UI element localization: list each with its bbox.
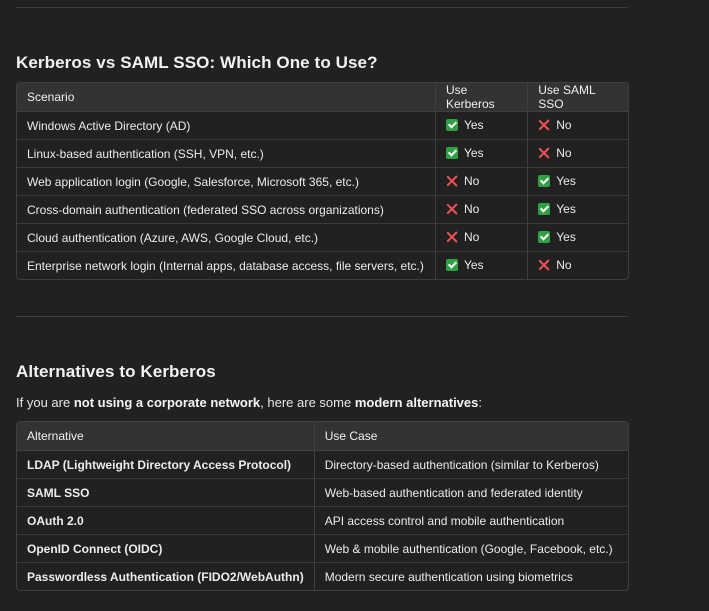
- kerberos-value: No: [446, 202, 479, 216]
- saml-value: No: [538, 258, 571, 272]
- kerberos-label: Yes: [463, 145, 484, 160]
- scenario-cell: Enterprise network login (Internal apps,…: [27, 258, 424, 273]
- section-heading-kerberos-vs-saml: Kerberos vs SAML SSO: Which One to Use?: [16, 53, 378, 72]
- kerberos-cell: No: [434, 168, 528, 196]
- check-icon: [538, 174, 551, 187]
- intro-text-3: :: [478, 395, 482, 410]
- intro-paragraph: If you are not using a corporate network…: [16, 395, 482, 410]
- kerberos-label: No: [463, 173, 480, 188]
- table-row: Cloud authentication (Azure, AWS, Google…: [17, 224, 628, 252]
- saml-value: Yes: [538, 230, 576, 244]
- divider-top: [16, 7, 628, 8]
- saml-label: Yes: [556, 201, 576, 216]
- table-row: OAuth 2.0 API access control and mobile a…: [17, 507, 628, 535]
- section-heading-alternatives: Alternatives to Kerberos: [16, 362, 216, 381]
- column-header-use-case: Use Case: [313, 422, 628, 451]
- column-header-scenario: Scenario: [17, 83, 435, 112]
- kerberos-cell: No: [434, 196, 528, 224]
- scenario-cell: Web application login (Google, Salesforc…: [17, 168, 435, 196]
- table-row: OpenID Connect (OIDC) Web & mobile authen…: [17, 535, 628, 563]
- saml-label: Yes: [556, 229, 576, 244]
- saml-cell: Yes: [527, 196, 628, 224]
- comparison-table: Scenario Use Kerberos Use SAML SSO Windo…: [16, 82, 629, 280]
- saml-cell: No: [527, 252, 628, 279]
- table-row: SAML SSO Web-based authentication and fed…: [17, 479, 628, 507]
- check-icon: [445, 146, 458, 159]
- saml-cell: Yes: [527, 224, 628, 252]
- alternatives-table: Alternative Use Case LDAP (Lightweight D…: [16, 421, 629, 591]
- use-case-cell: Web-based authentication and federated i…: [313, 479, 628, 507]
- scenario-cell: Windows Active Directory (AD): [17, 112, 435, 140]
- saml-cell: No: [527, 140, 628, 168]
- cross-icon: [538, 259, 550, 271]
- saml-label: No: [556, 145, 572, 160]
- alternative-name-cell: LDAP (Lightweight Directory Access Proto…: [17, 451, 314, 479]
- alternative-name-cell: OpenID Connect (OIDC): [17, 535, 314, 563]
- saml-value: Yes: [538, 202, 576, 216]
- kerberos-label: Yes: [463, 117, 484, 132]
- cross-icon: [538, 119, 550, 131]
- intro-text-2: , here are some: [260, 395, 355, 410]
- alternatives-header-row: Alternative Use Case: [17, 422, 628, 451]
- column-header-alternative: Alternative: [17, 422, 314, 451]
- cross-icon: [446, 175, 458, 187]
- saml-label: No: [556, 257, 572, 272]
- table-row: Cross-domain authentication (federated S…: [17, 196, 628, 224]
- use-case-cell: Web & mobile authentication (Google, Fac…: [313, 535, 628, 563]
- scenario-cell: Cloud authentication (Azure, AWS, Google…: [17, 224, 435, 252]
- saml-value: No: [538, 146, 571, 160]
- saml-label: No: [556, 117, 572, 132]
- check-icon: [538, 202, 551, 215]
- cross-icon: [446, 231, 458, 243]
- table-row: LDAP (Lightweight Directory Access Proto…: [17, 451, 628, 479]
- saml-cell: Yes: [527, 168, 628, 196]
- check-icon: [445, 118, 458, 131]
- check-icon: [445, 258, 458, 271]
- scenario-cell: Cross-domain authentication (federated S…: [17, 196, 435, 224]
- check-icon: [538, 230, 551, 243]
- divider-middle: [16, 316, 628, 317]
- saml-label: Yes: [556, 173, 576, 188]
- scenario-cell: Linux-based authentication (SSH, VPN, et…: [17, 140, 435, 168]
- alternative-name-cell: OAuth 2.0: [17, 507, 314, 535]
- intro-text-1: If you are: [16, 395, 74, 410]
- kerberos-value: No: [446, 230, 479, 244]
- cross-icon: [446, 203, 458, 215]
- use-case-cell: Directory-based authentication (similar …: [313, 451, 628, 479]
- kerberos-value: Yes: [445, 117, 484, 132]
- saml-cell: No: [527, 112, 628, 140]
- kerberos-label: Yes: [463, 257, 484, 272]
- kerberos-value: Yes: [445, 145, 484, 160]
- column-header-use-kerberos: Use Kerberos: [434, 83, 528, 112]
- table-row: Enterprise network login (Internal apps,…: [17, 252, 628, 279]
- intro-bold-1: not using a corporate network: [73, 395, 261, 410]
- kerberos-label: No: [463, 229, 480, 244]
- use-case-cell: API access control and mobile authentica…: [313, 507, 628, 535]
- table-row: Windows Active Directory (AD) Yes No: [17, 112, 628, 140]
- alternative-name-cell: Passwordless Authentication (FIDO2/WebAu…: [27, 569, 304, 584]
- saml-value: No: [538, 118, 571, 132]
- use-case-cell: Modern secure authentication using biome…: [313, 563, 628, 590]
- table-row: Web application login (Google, Salesforc…: [17, 168, 628, 196]
- comparison-header-row: Scenario Use Kerberos Use SAML SSO: [17, 83, 628, 112]
- intro-bold-2: modern alternatives: [354, 395, 479, 410]
- table-row: Passwordless Authentication (FIDO2/WebAu…: [17, 563, 628, 590]
- table-row: Linux-based authentication (SSH, VPN, et…: [17, 140, 628, 168]
- kerberos-cell: Yes: [434, 252, 527, 279]
- alternative-name-cell: SAML SSO: [17, 479, 314, 507]
- kerberos-cell: No: [434, 224, 528, 252]
- kerberos-value: Yes: [445, 257, 484, 272]
- saml-value: Yes: [538, 174, 576, 188]
- kerberos-value: No: [446, 174, 479, 188]
- cross-icon: [538, 147, 550, 159]
- column-header-use-saml-sso: Use SAML SSO: [527, 83, 628, 112]
- kerberos-label: No: [463, 201, 480, 216]
- kerberos-cell: Yes: [434, 112, 528, 140]
- kerberos-cell: Yes: [434, 140, 528, 168]
